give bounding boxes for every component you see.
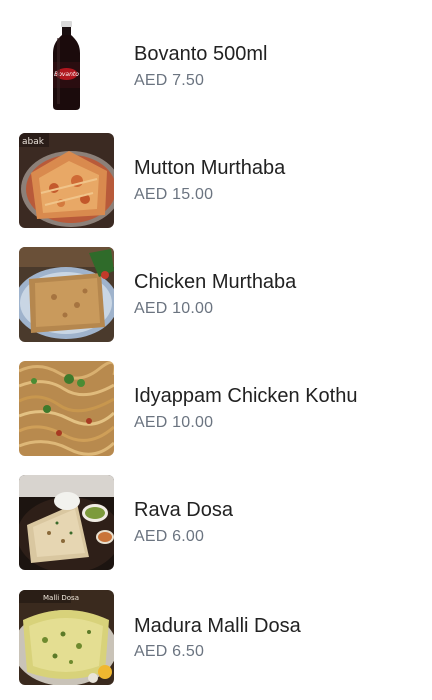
- image-caption: abak: [22, 137, 45, 147]
- item-name: Bovanto 500ml: [134, 43, 268, 65]
- item-name: Rava Dosa: [134, 499, 233, 521]
- item-price: AED 10.00: [134, 300, 214, 317]
- item-name: Madura Malli Dosa: [134, 615, 301, 637]
- chicken-murthaba-image: [19, 247, 114, 342]
- menu-item[interactable]: abak Mutton Murthaba AED 15.00: [0, 131, 432, 231]
- menu-item[interactable]: Chicken Murthaba AED 10.00: [0, 245, 432, 345]
- item-name: Idyappam Chicken Kothu: [134, 385, 358, 407]
- item-name: Mutton Murthaba: [134, 157, 286, 179]
- menu-item[interactable]: Bovanto Bovanto 500ml AED 7.50: [0, 16, 432, 116]
- item-price: AED 10.00: [134, 414, 214, 431]
- menu-item[interactable]: Idyappam Chicken Kothu AED 10.00: [0, 359, 432, 459]
- item-price: AED 15.00: [134, 186, 214, 203]
- menu-item[interactable]: Malli Dosa Madura Malli Dosa AED 6.50: [0, 588, 432, 688]
- madura-malli-dosa-image: Malli Dosa: [19, 590, 114, 685]
- item-price: AED 6.00: [134, 528, 205, 545]
- soda-bottle-image: Bovanto: [19, 18, 114, 113]
- image-caption: Malli Dosa: [43, 594, 79, 602]
- item-price: AED 6.50: [134, 643, 205, 660]
- item-name: Chicken Murthaba: [134, 271, 297, 293]
- idyappam-kothu-image: [19, 361, 114, 456]
- menu-item-list: Bovanto Bovanto 500ml AED 7.50 abak Mutt…: [0, 0, 432, 700]
- menu-item[interactable]: Rava Dosa AED 6.00: [0, 473, 432, 573]
- mutton-murthaba-image: abak: [19, 133, 114, 228]
- rava-dosa-image: [19, 475, 114, 570]
- item-price: AED 7.50: [134, 72, 205, 89]
